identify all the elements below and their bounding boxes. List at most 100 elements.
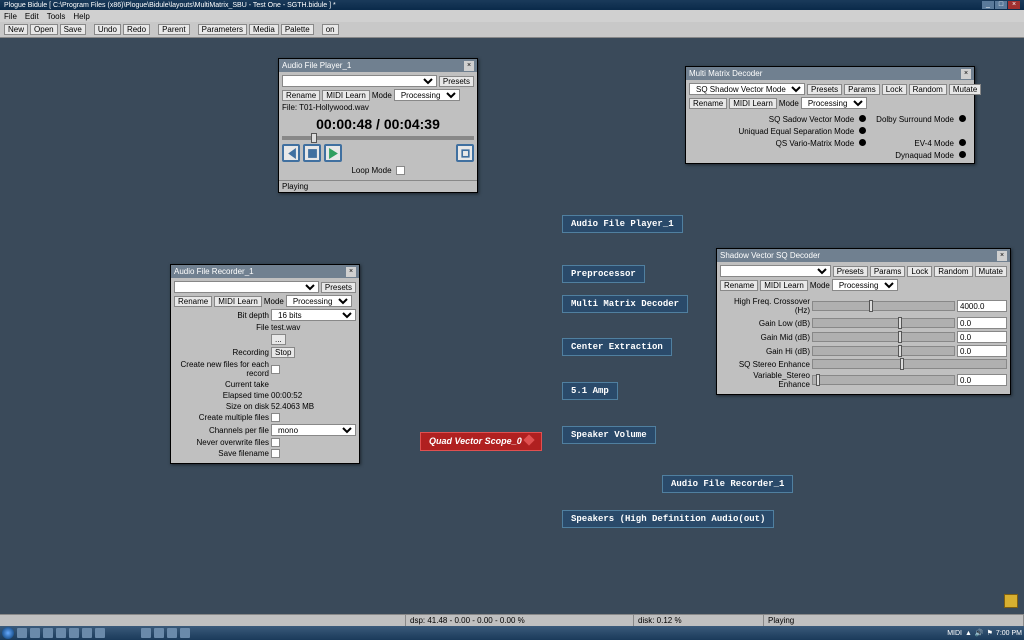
multi-checkbox[interactable] [271, 413, 280, 422]
parent-button[interactable]: Parent [158, 24, 190, 35]
redo-button[interactable]: Redo [123, 24, 150, 35]
parameters-button[interactable]: Parameters [198, 24, 247, 35]
rename-button[interactable]: Rename [282, 90, 320, 101]
tray-icon[interactable]: 🔊 [975, 629, 984, 637]
node-center-extraction[interactable]: Center Extraction [562, 338, 672, 356]
taskbar-icon[interactable] [43, 628, 53, 638]
taskbar-icon[interactable] [82, 628, 92, 638]
menu-edit[interactable]: Edit [25, 12, 39, 21]
taskbar-icon[interactable] [167, 628, 177, 638]
stop-button[interactable] [303, 144, 321, 162]
taskbar-icon[interactable] [95, 628, 105, 638]
node-quad-vector-scope[interactable]: Quad Vector Scope_0 [420, 432, 542, 451]
node-audio-player[interactable]: Audio File Player_1 [562, 215, 683, 233]
gainhi-slider[interactable] [812, 346, 955, 356]
menu-help[interactable]: Help [73, 12, 89, 21]
save-button[interactable]: Save [60, 24, 86, 35]
mutate-button[interactable]: Mutate [975, 266, 1007, 277]
random-button[interactable]: Random [909, 84, 947, 95]
crossover-slider[interactable] [812, 301, 955, 311]
close-icon[interactable]: × [961, 69, 971, 79]
bitdepth-select[interactable]: 16 bits [271, 309, 356, 321]
midi-learn-button[interactable]: MIDI Learn [322, 90, 370, 101]
preset-select[interactable] [720, 265, 831, 277]
taskbar-icon[interactable] [154, 628, 164, 638]
gainmid-slider[interactable] [812, 332, 955, 342]
preset-select[interactable] [282, 75, 437, 87]
undo-button[interactable]: Undo [94, 24, 121, 35]
rename-button[interactable]: Rename [174, 296, 212, 307]
preset-select[interactable]: SQ Shadow Vector Mode [689, 83, 805, 95]
radio-uniquad[interactable] [859, 127, 866, 134]
radio-dynaquad[interactable] [959, 151, 966, 158]
presets-button[interactable]: Presets [833, 266, 868, 277]
palette-button[interactable]: Palette [281, 24, 314, 35]
presets-button[interactable]: Presets [321, 282, 356, 293]
rename-button[interactable]: Rename [689, 98, 727, 109]
panel-titlebar[interactable]: Audio File Player_1 × [279, 59, 477, 72]
varenhance-value[interactable] [957, 374, 1007, 386]
gainlow-slider[interactable] [812, 318, 955, 328]
close-icon[interactable]: × [464, 61, 474, 71]
chanper-select[interactable]: mono [271, 424, 356, 436]
maximize-button[interactable]: □ [995, 1, 1007, 9]
taskbar-icon[interactable] [56, 628, 66, 638]
node-speakers[interactable]: Speakers (High Definition Audio(out) [562, 510, 774, 528]
tray-icon[interactable]: ⚑ [987, 629, 993, 637]
random-button[interactable]: Random [934, 266, 972, 277]
new-button[interactable]: New [4, 24, 28, 35]
node-preprocessor[interactable]: Preprocessor [562, 265, 645, 283]
node-amp[interactable]: 5.1 Amp [562, 382, 618, 400]
minimize-button[interactable]: _ [982, 1, 994, 9]
panel-titlebar[interactable]: Audio File Recorder_1 × [171, 265, 359, 278]
midi-learn-button[interactable]: MIDI Learn [214, 296, 262, 307]
sqenhance-slider[interactable] [812, 359, 1007, 369]
newfiles-checkbox[interactable] [271, 365, 280, 374]
tray-icon[interactable]: ▲ [965, 630, 972, 637]
mutate-button[interactable]: Mutate [949, 84, 981, 95]
radio-ev4[interactable] [959, 139, 966, 146]
gainhi-value[interactable] [957, 345, 1007, 357]
browse-button[interactable]: ... [271, 334, 286, 345]
preset-select[interactable] [174, 281, 319, 293]
presets-button[interactable]: Presets [439, 76, 474, 87]
close-button[interactable]: × [1008, 1, 1020, 9]
patch-canvas[interactable]: Audio File Player_1 × Presets Rename MID… [0, 38, 1024, 614]
midi-learn-button[interactable]: MIDI Learn [729, 98, 777, 109]
mode-select[interactable]: Processing [801, 97, 867, 109]
open-button[interactable]: Open [30, 24, 58, 35]
radio-qs[interactable] [859, 139, 866, 146]
taskbar-icon[interactable] [141, 628, 151, 638]
node-speaker-volume[interactable]: Speaker Volume [562, 426, 656, 444]
params-button[interactable]: Params [870, 266, 906, 277]
start-button[interactable] [2, 627, 14, 639]
mode-select[interactable]: Processing [394, 89, 460, 101]
node-multi-matrix[interactable]: Multi Matrix Decoder [562, 295, 688, 313]
close-icon[interactable]: × [997, 251, 1007, 261]
close-icon[interactable]: × [346, 267, 356, 277]
panel-titlebar[interactable]: Shadow Vector SQ Decoder × [717, 249, 1010, 262]
lock-button[interactable]: Lock [882, 84, 907, 95]
stop-button[interactable]: Stop [271, 347, 295, 358]
position-slider[interactable] [282, 136, 474, 140]
panel-titlebar[interactable]: Multi Matrix Decoder × [686, 67, 974, 80]
rename-button[interactable]: Rename [720, 280, 758, 291]
gainlow-value[interactable] [957, 317, 1007, 329]
loop-button[interactable] [456, 144, 474, 162]
savename-checkbox[interactable] [271, 449, 280, 458]
lock-button[interactable]: Lock [907, 266, 932, 277]
mode-select[interactable]: Processing [832, 279, 898, 291]
midi-learn-button[interactable]: MIDI Learn [760, 280, 808, 291]
params-button[interactable]: Params [844, 84, 880, 95]
crossover-value[interactable] [957, 300, 1007, 312]
loop-checkbox[interactable] [396, 166, 405, 175]
taskbar-icon[interactable] [69, 628, 79, 638]
radio-sq[interactable] [859, 115, 866, 122]
radio-dolby[interactable] [959, 115, 966, 122]
presets-button[interactable]: Presets [807, 84, 842, 95]
menu-file[interactable]: File [4, 12, 17, 21]
taskbar-icon[interactable] [30, 628, 40, 638]
play-button[interactable] [324, 144, 342, 162]
rewind-button[interactable] [282, 144, 300, 162]
media-button[interactable]: Media [249, 24, 279, 35]
